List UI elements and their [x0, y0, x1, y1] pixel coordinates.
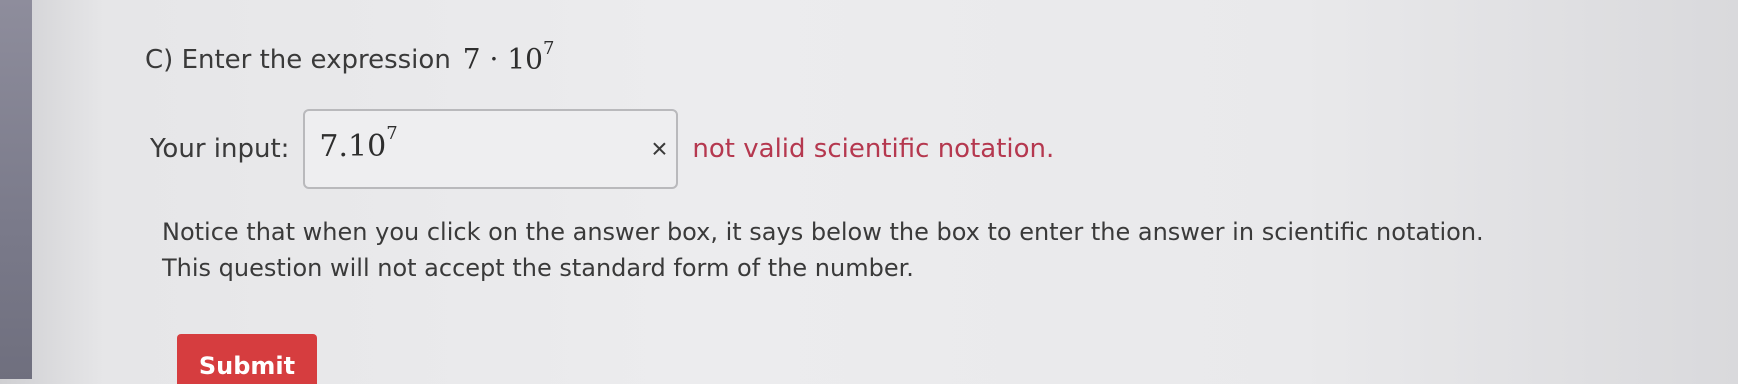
answer-value-base: 7.10	[319, 129, 387, 164]
notice-text: Notice that when you click on the answer…	[162, 214, 1662, 286]
left-edge-strip	[0, 0, 32, 379]
answer-value: 7.107	[319, 123, 397, 164]
expression-base: 7 · 10	[462, 42, 543, 76]
answer-row: Your input: 7.107 × not valid scientific…	[150, 109, 1055, 189]
validation-error: not valid scientific notation.	[692, 134, 1055, 164]
notice-line-2: This question will not accept the standa…	[162, 254, 914, 282]
expression-exponent: 7	[542, 38, 555, 59]
notice-line-1: Notice that when you click on the answer…	[162, 218, 1484, 246]
input-label: Your input:	[150, 134, 290, 164]
question-text: C) Enter the expression	[145, 45, 451, 76]
question-prompt: C) Enter the expression 7 · 107	[145, 38, 555, 76]
answer-value-exponent: 7	[386, 123, 398, 144]
clear-icon[interactable]: ×	[642, 111, 676, 187]
question-expression: 7 · 107	[462, 38, 555, 76]
submit-button[interactable]: Submit	[177, 334, 317, 384]
answer-input[interactable]: 7.107 ×	[303, 109, 679, 189]
